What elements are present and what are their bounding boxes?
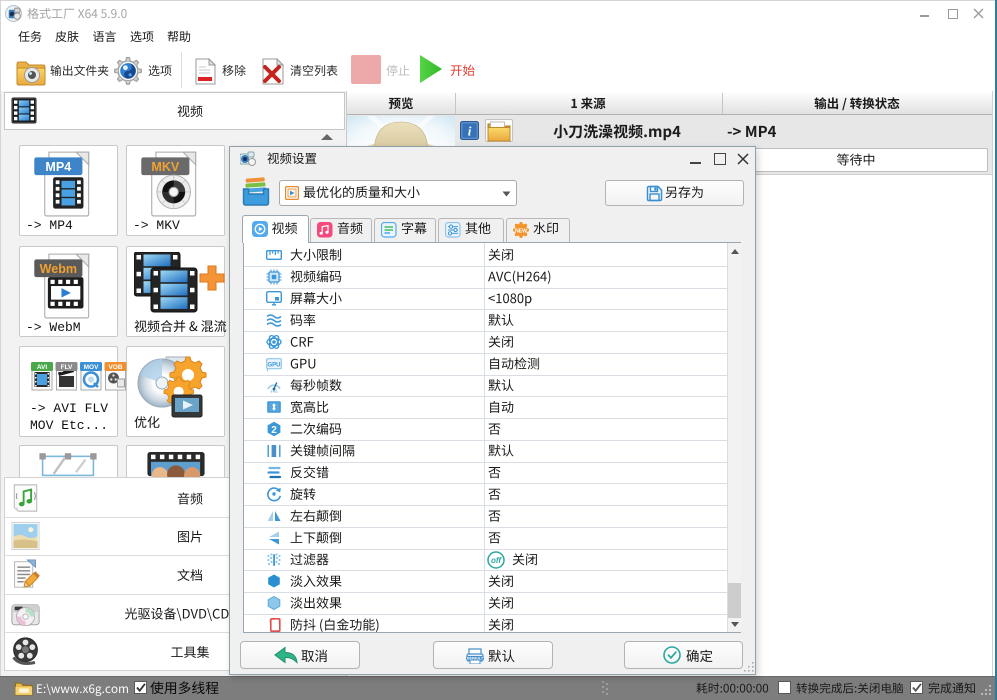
svg-text:MOV: MOV <box>84 364 99 371</box>
svg-text:Webm: Webm <box>40 262 77 276</box>
svg-text:FPS: FPS <box>271 390 278 393</box>
svg-text:VOB: VOB <box>108 364 122 371</box>
svg-text:MKV: MKV <box>151 160 180 174</box>
svg-text:AVI: AVI <box>37 364 48 371</box>
svg-text:NEW: NEW <box>515 228 527 234</box>
svg-text:i: i <box>468 124 472 139</box>
svg-text:FLV: FLV <box>61 364 73 371</box>
svg-text:off: off <box>491 556 502 565</box>
svg-text:MP4: MP4 <box>45 160 71 174</box>
svg-text:GPU: GPU <box>267 362 280 368</box>
svg-text:2: 2 <box>271 425 277 436</box>
